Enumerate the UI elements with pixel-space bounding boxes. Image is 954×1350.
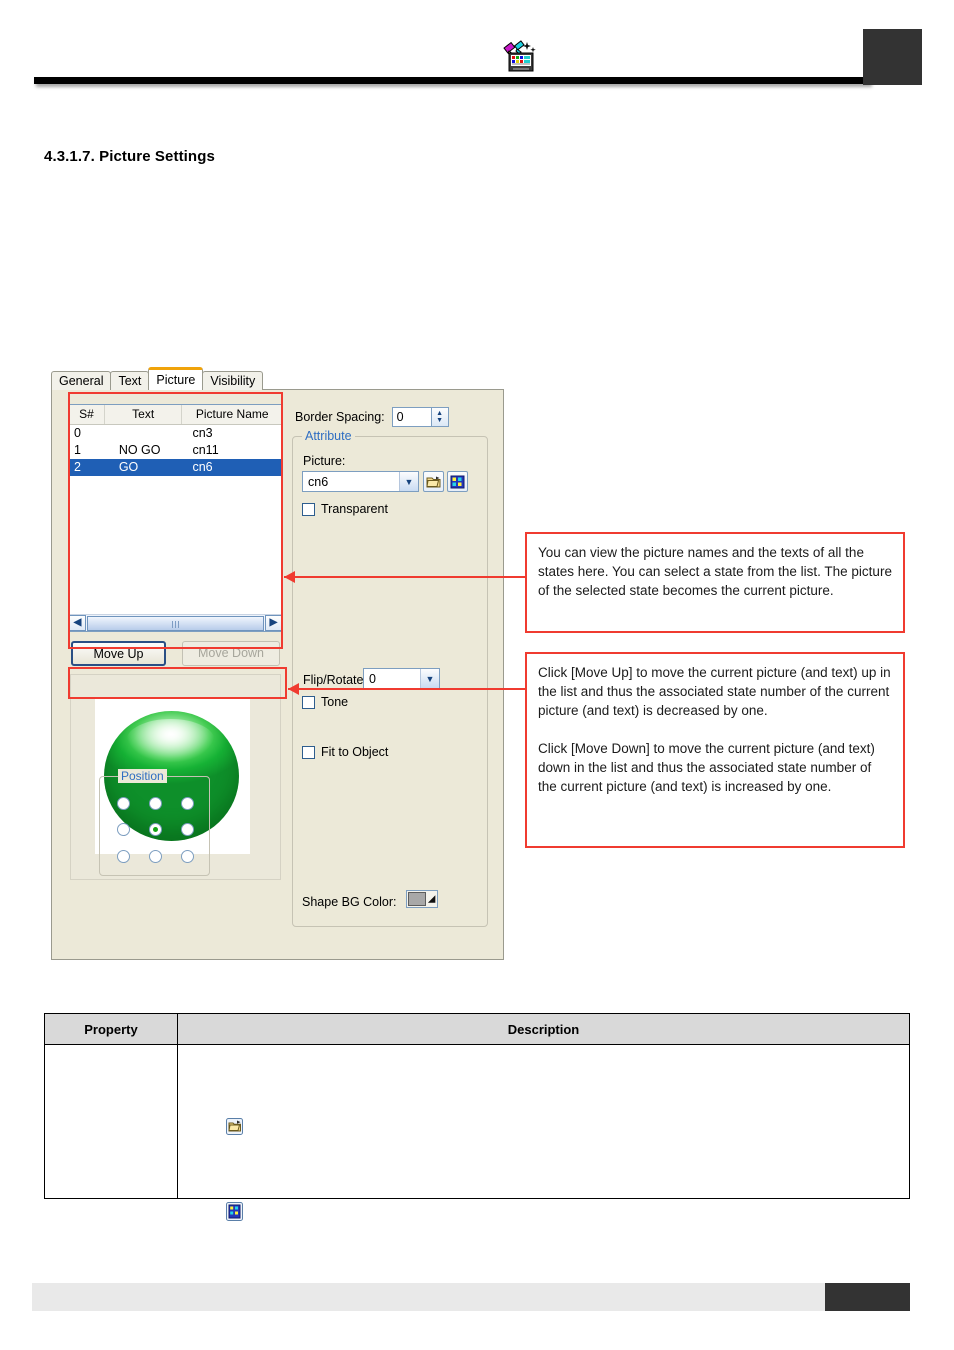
chevron-down-icon[interactable]: ▼	[420, 669, 439, 688]
callout-move-buttons: Click [Move Up] to move the current pict…	[525, 652, 905, 848]
fit-to-object-label: Fit to Object	[321, 745, 389, 759]
flip-rotate-label: Flip/Rotate:	[303, 673, 367, 687]
picture-library-grid-icon	[226, 1202, 243, 1224]
annotation-arrowhead-move	[288, 683, 299, 695]
callout-state-list-text: You can view the picture names and the t…	[538, 545, 892, 598]
transparent-checkbox-row[interactable]: Transparent	[302, 502, 388, 516]
annotation-arrowhead-list	[284, 571, 295, 583]
shape-bg-color-label: Shape BG Color:	[302, 895, 397, 909]
page-title: 4.3.1.7. Picture Settings	[44, 148, 215, 165]
tone-checkbox-row[interactable]: Tone	[302, 695, 348, 709]
cell-state: 2	[74, 460, 81, 474]
position-group-legend: Position	[118, 769, 167, 783]
cell-text: GO	[118, 460, 139, 474]
annotation-arrow-line-move	[288, 688, 526, 690]
cell-state: 1	[74, 443, 81, 457]
cell-state: 0	[74, 426, 81, 440]
border-spacing-label: Border Spacing:	[295, 410, 385, 424]
tab-picture[interactable]: Picture	[148, 367, 204, 390]
cell-property	[44, 1044, 178, 1199]
position-radio-grid	[107, 790, 203, 870]
cell-description	[177, 1044, 910, 1221]
state-list-horizontal-scrollbar[interactable]: ◀ ▶	[69, 614, 282, 631]
chevron-down-icon[interactable]: ▼	[399, 472, 418, 491]
position-radio-bottom-left[interactable]	[116, 850, 130, 864]
border-spacing-row: Border Spacing: 0 ▲ ▼	[295, 407, 449, 427]
picture-settings-dialog: General Text Picture Visibility S# Text …	[51, 367, 504, 960]
callout-state-list: You can view the picture names and the t…	[525, 532, 905, 633]
callout-move-down-text: Click [Move Down] to move the current pi…	[538, 741, 875, 794]
tone-checkbox[interactable]	[302, 695, 315, 709]
position-radio-bottom-center[interactable]	[148, 850, 162, 864]
picture-combobox-value: cn6	[308, 474, 329, 489]
move-button-row: Move Up Move Down	[68, 641, 283, 666]
move-up-button[interactable]: Move Up	[71, 641, 166, 666]
state-list[interactable]: S# Text Picture Name 0 cn3 1 NO GO cn11 …	[68, 404, 283, 632]
footer-corner-block	[825, 1283, 910, 1311]
annotation-arrow-line-list	[284, 576, 526, 578]
position-radio-middle-right[interactable]	[180, 823, 194, 837]
flip-rotate-value: 0	[369, 671, 376, 686]
tone-label: Tone	[321, 695, 349, 709]
attribute-group-legend: Attribute	[302, 429, 355, 443]
footer-bar	[32, 1283, 910, 1311]
picture-label: Picture:	[303, 454, 346, 468]
cell-picture: cn6	[192, 460, 213, 474]
picture-tab-panel: S# Text Picture Name 0 cn3 1 NO GO cn11 …	[51, 389, 504, 960]
transparent-label: Transparent	[321, 502, 388, 516]
fit-to-object-checkbox-row[interactable]: Fit to Object	[302, 745, 388, 759]
state-list-header: S# Text Picture Name	[69, 405, 282, 425]
tab-text[interactable]: Text	[110, 371, 150, 390]
position-radio-middle-left[interactable]	[116, 823, 130, 837]
column-header-state: S#	[69, 405, 105, 424]
column-header-text: Text	[105, 405, 183, 424]
picture-library-grid-icon[interactable]	[447, 471, 468, 492]
tab-general[interactable]: General	[51, 371, 112, 390]
position-radio-top-right[interactable]	[180, 796, 194, 810]
border-spacing-input[interactable]: 0	[391, 407, 432, 427]
callout-move-up-text: Click [Move Up] to move the current pict…	[538, 665, 891, 718]
cell-picture: cn11	[192, 443, 219, 457]
table-row	[44, 1044, 910, 1221]
scrollbar-thumb[interactable]	[87, 615, 264, 631]
open-folder-icon[interactable]	[423, 471, 444, 492]
border-spacing-stepper[interactable]: ▲ ▼	[431, 407, 449, 427]
dropdown-triangle-icon	[427, 895, 436, 903]
chevron-left-icon[interactable]: ◀	[69, 615, 86, 631]
position-radio-bottom-right[interactable]	[180, 850, 194, 864]
shape-bg-color-swatch[interactable]	[406, 890, 438, 908]
flip-rotate-combobox[interactable]: 0 ▼	[363, 668, 440, 689]
state-list-row-2[interactable]: 2 GO cn6	[69, 459, 282, 476]
column-header-picture-name: Picture Name	[195, 407, 269, 421]
position-radio-top-left[interactable]	[116, 796, 130, 810]
transparent-checkbox[interactable]	[302, 502, 315, 516]
cell-picture: cn3	[192, 426, 213, 440]
cell-text: NO GO	[118, 443, 161, 457]
state-list-row-1[interactable]: 1 NO GO cn11	[69, 442, 282, 459]
table-header-row: Property Description	[44, 1013, 910, 1045]
chevron-up-icon[interactable]: ▲	[436, 410, 443, 417]
header-corner-block	[863, 29, 922, 85]
picture-combobox[interactable]: cn6 ▼	[302, 471, 419, 492]
tab-visibility[interactable]: Visibility	[202, 371, 264, 390]
tab-bar: General Text Picture Visibility	[51, 367, 264, 390]
header-rule	[34, 77, 870, 84]
move-down-button[interactable]: Move Down	[182, 641, 280, 666]
open-folder-icon	[226, 1118, 243, 1138]
column-header-description: Description	[177, 1013, 910, 1045]
property-description-table: Property Description	[44, 1013, 910, 1221]
cell-text	[105, 425, 183, 442]
fit-to-object-checkbox[interactable]	[302, 745, 315, 759]
position-radio-top-center[interactable]	[148, 796, 162, 810]
chevron-right-icon[interactable]: ▶	[265, 615, 282, 631]
position-radio-middle-center[interactable]	[148, 823, 162, 837]
column-header-property: Property	[44, 1013, 178, 1045]
page-header-logo	[500, 40, 538, 74]
chevron-down-icon[interactable]: ▼	[436, 417, 443, 424]
shape-bg-color-value	[408, 892, 426, 906]
shape-bg-color-button[interactable]	[406, 890, 438, 908]
state-list-row-0[interactable]: 0 cn3	[69, 425, 282, 442]
